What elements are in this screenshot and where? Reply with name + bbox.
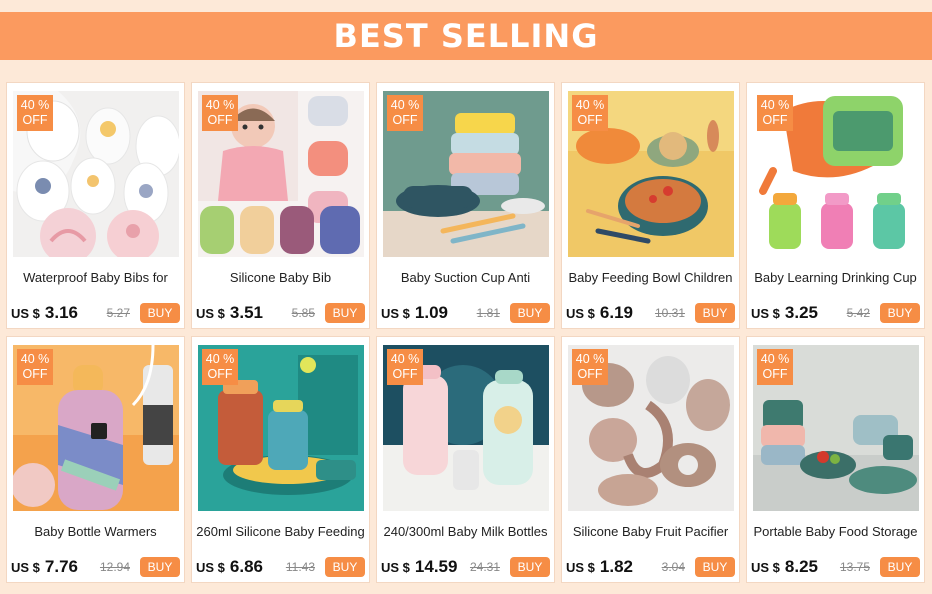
buy-button[interactable]: BUY <box>510 303 550 323</box>
discount-badge: 40 % OFF <box>757 95 793 131</box>
original-price: 13.75 <box>839 560 870 574</box>
discount-badge: 40 % OFF <box>17 349 53 385</box>
product-image[interactable]: 40 % OFF <box>13 345 179 511</box>
discount-badge: 40 % OFF <box>572 95 608 131</box>
original-price: 1.81 <box>476 306 500 320</box>
price-row: US $ 3.16 5.27 BUY <box>11 302 180 324</box>
original-price: 24.31 <box>469 560 500 574</box>
product-image[interactable]: 40 % OFF <box>383 91 549 257</box>
product-image[interactable]: 40 % OFF <box>198 345 364 511</box>
original-price: 11.43 <box>285 560 315 574</box>
buy-button[interactable]: BUY <box>140 303 180 323</box>
product-card[interactable]: 40 % OFF Waterproof Baby Bibs for US $ 3… <box>6 82 185 329</box>
original-price: 12.94 <box>99 560 130 574</box>
discount-badge: 40 % OFF <box>572 349 608 385</box>
product-image[interactable]: 40 % OFF <box>13 91 179 257</box>
price: 8.25 <box>784 557 818 576</box>
product-card[interactable]: 40 % OFF Baby Feeding Bowl Children US $… <box>561 82 740 329</box>
product-title[interactable]: 240/300ml Baby Milk Bottles <box>381 524 550 539</box>
original-price: 5.27 <box>106 306 130 320</box>
product-image[interactable]: 40 % OFF <box>568 345 734 511</box>
product-grid: 40 % OFF Waterproof Baby Bibs for US $ 3… <box>6 82 925 583</box>
original-price: 5.42 <box>846 306 870 320</box>
currency-label: US $ <box>11 305 40 321</box>
currency-label: US $ <box>751 559 780 575</box>
buy-button[interactable]: BUY <box>140 557 180 577</box>
buy-button[interactable]: BUY <box>695 557 735 577</box>
buy-button[interactable]: BUY <box>510 557 550 577</box>
currency-label: US $ <box>566 305 595 321</box>
product-card[interactable]: 40 % OFF Baby Bottle Warmers US $ 7.76 1… <box>6 336 185 583</box>
banner-title: BEST SELLING <box>333 17 599 55</box>
price-row: US $ 14.59 24.31 BUY <box>381 556 550 578</box>
price-row: US $ 1.82 3.04 BUY <box>566 556 735 578</box>
currency-label: US $ <box>11 559 40 575</box>
product-card[interactable]: 40 % OFF 260ml Silicone Baby Feeding US … <box>191 336 370 583</box>
price: 7.76 <box>44 557 78 576</box>
product-title[interactable]: Waterproof Baby Bibs for <box>11 270 180 285</box>
product-title[interactable]: Silicone Baby Fruit Pacifier <box>566 524 735 539</box>
currency-label: US $ <box>196 559 225 575</box>
currency-label: US $ <box>566 559 595 575</box>
product-image[interactable]: 40 % OFF <box>753 91 919 257</box>
price: 3.16 <box>44 303 78 322</box>
currency-label: US $ <box>381 559 410 575</box>
product-image[interactable]: 40 % OFF <box>568 91 734 257</box>
best-selling-banner: BEST SELLING <box>0 12 932 60</box>
price: 6.86 <box>229 557 263 576</box>
price-row: US $ 6.86 11.43 BUY <box>196 556 365 578</box>
product-title[interactable]: Baby Bottle Warmers <box>11 524 180 539</box>
original-price: 10.31 <box>654 306 685 320</box>
buy-button[interactable]: BUY <box>325 557 365 577</box>
price: 3.25 <box>784 303 818 322</box>
product-card[interactable]: 40 % OFF Baby Suction Cup Anti US $ 1.09… <box>376 82 555 329</box>
product-card[interactable]: 40 % OFF Baby Learning Drinking Cup US $… <box>746 82 925 329</box>
buy-button[interactable]: BUY <box>880 303 920 323</box>
price: 3.51 <box>229 303 263 322</box>
buy-button[interactable]: BUY <box>695 303 735 323</box>
discount-badge: 40 % OFF <box>387 95 423 131</box>
price-row: US $ 3.25 5.42 BUY <box>751 302 920 324</box>
product-card[interactable]: 40 % OFF Silicone Baby Bib US $ 3.51 5.8… <box>191 82 370 329</box>
product-title[interactable]: Baby Feeding Bowl Children <box>566 270 735 285</box>
product-card[interactable]: 40 % OFF 240/300ml Baby Milk Bottles US … <box>376 336 555 583</box>
discount-badge: 40 % OFF <box>387 349 423 385</box>
price-row: US $ 1.09 1.81 BUY <box>381 302 550 324</box>
discount-badge: 40 % OFF <box>202 95 238 131</box>
product-title[interactable]: Portable Baby Food Storage <box>751 524 920 539</box>
product-card[interactable]: 40 % OFF Portable Baby Food Storage US $… <box>746 336 925 583</box>
product-image[interactable]: 40 % OFF <box>383 345 549 511</box>
product-title[interactable]: Baby Learning Drinking Cup <box>751 270 920 285</box>
price: 14.59 <box>414 557 458 576</box>
discount-badge: 40 % OFF <box>202 349 238 385</box>
price: 6.19 <box>599 303 633 322</box>
price: 1.09 <box>414 303 448 322</box>
original-price: 3.04 <box>661 560 685 574</box>
price: 1.82 <box>599 557 633 576</box>
price-row: US $ 8.25 13.75 BUY <box>751 556 920 578</box>
price-row: US $ 3.51 5.85 BUY <box>196 302 365 324</box>
discount-badge: 40 % OFF <box>17 95 53 131</box>
product-image[interactable]: 40 % OFF <box>753 345 919 511</box>
original-price: 5.85 <box>291 306 315 320</box>
product-title[interactable]: Baby Suction Cup Anti <box>381 270 550 285</box>
buy-button[interactable]: BUY <box>325 303 365 323</box>
price-row: US $ 7.76 12.94 BUY <box>11 556 180 578</box>
currency-label: US $ <box>751 305 780 321</box>
currency-label: US $ <box>381 305 410 321</box>
product-image[interactable]: 40 % OFF <box>198 91 364 257</box>
price-row: US $ 6.19 10.31 BUY <box>566 302 735 324</box>
product-title[interactable]: 260ml Silicone Baby Feeding <box>196 524 365 539</box>
buy-button[interactable]: BUY <box>880 557 920 577</box>
discount-badge: 40 % OFF <box>757 349 793 385</box>
product-card[interactable]: 40 % OFF Silicone Baby Fruit Pacifier US… <box>561 336 740 583</box>
product-title[interactable]: Silicone Baby Bib <box>196 270 365 285</box>
currency-label: US $ <box>196 305 225 321</box>
